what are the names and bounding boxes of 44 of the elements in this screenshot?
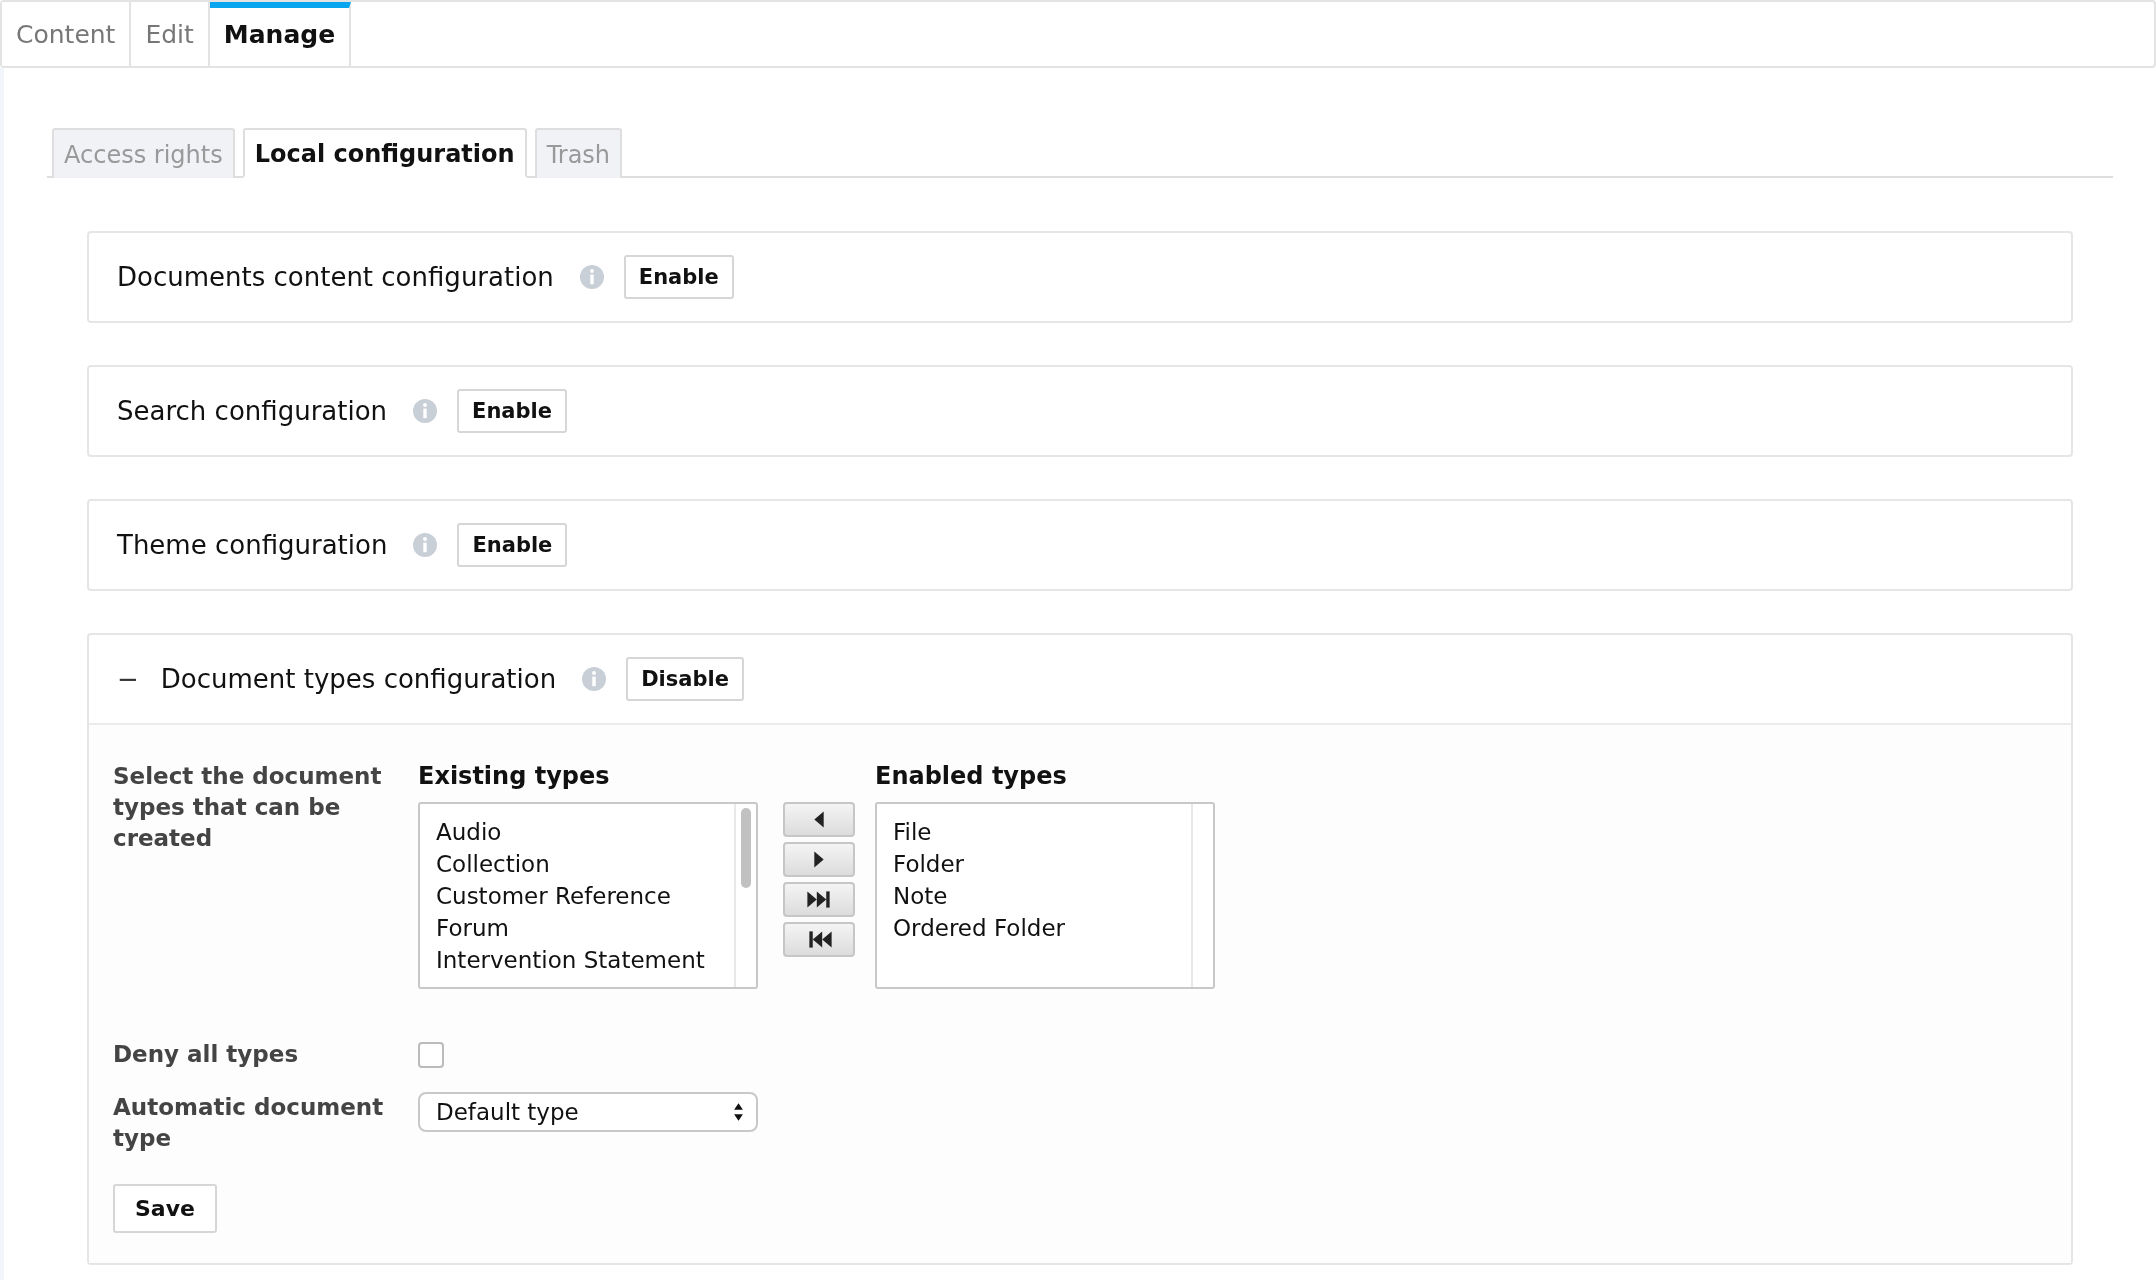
list-item[interactable]: Collection xyxy=(436,848,718,880)
list-heading: Enabled types xyxy=(875,761,1068,792)
list-item[interactable]: Audio xyxy=(436,816,718,848)
info-icon[interactable] xyxy=(582,667,607,691)
info-icon[interactable] xyxy=(413,533,438,557)
info-icon[interactable] xyxy=(579,265,604,289)
section-title: Search configuration xyxy=(117,396,388,426)
nav-tab[interactable]: Content xyxy=(2,2,132,66)
enabled-types-list[interactable]: File Folder Note Ordered Folder xyxy=(875,802,1215,989)
save-button[interactable]: Save xyxy=(113,1184,217,1233)
list-item[interactable]: Intervention Statement xyxy=(436,944,718,976)
move-button[interactable] xyxy=(783,802,855,837)
sub-tab[interactable]: Local configuration xyxy=(242,128,527,178)
field-label: Automatic document type xyxy=(113,1093,385,1153)
info-icon[interactable] xyxy=(413,399,438,423)
move-button[interactable] xyxy=(783,842,855,877)
arrow-icon xyxy=(813,850,825,869)
list-item[interactable]: Note xyxy=(893,880,1175,912)
list-item[interactable]: Forum xyxy=(436,912,718,944)
updown-icon xyxy=(733,1101,744,1123)
double-arrow-icon xyxy=(805,890,833,909)
move-button[interactable] xyxy=(783,922,855,957)
toggle-button[interactable]: Enable xyxy=(457,523,568,567)
toggle-button[interactable]: Disable xyxy=(626,657,744,701)
list-item[interactable]: Ordered Folder xyxy=(893,912,1175,944)
existing-types-list[interactable]: Audio Collection Customer Reference Forum Intervention Statement xyxy=(418,802,758,989)
field-label: Select the document types that can be created xyxy=(113,762,383,853)
field-label: Deny all types xyxy=(113,1040,300,1069)
section-title: Documents content configuration xyxy=(117,262,554,292)
section-title: Theme configuration xyxy=(117,530,388,560)
list-item[interactable]: Folder xyxy=(893,848,1175,880)
scroll-thumb[interactable] xyxy=(741,808,751,888)
list-heading: Existing types xyxy=(418,761,611,792)
collapse-toggle[interactable]: − xyxy=(117,664,139,694)
type-select[interactable]: Default type xyxy=(418,1092,758,1132)
list-item[interactable]: Customer Reference xyxy=(436,880,718,912)
list-item[interactable]: File xyxy=(893,816,1175,848)
toggle-button[interactable]: Enable xyxy=(457,389,567,433)
checkbox[interactable] xyxy=(418,1041,444,1068)
nav-tab[interactable]: Manage xyxy=(209,2,352,66)
toggle-button[interactable]: Enable xyxy=(623,255,734,299)
move-button[interactable] xyxy=(783,882,855,917)
section-title: Document types configuration xyxy=(160,664,557,694)
arrow-icon xyxy=(813,810,825,829)
